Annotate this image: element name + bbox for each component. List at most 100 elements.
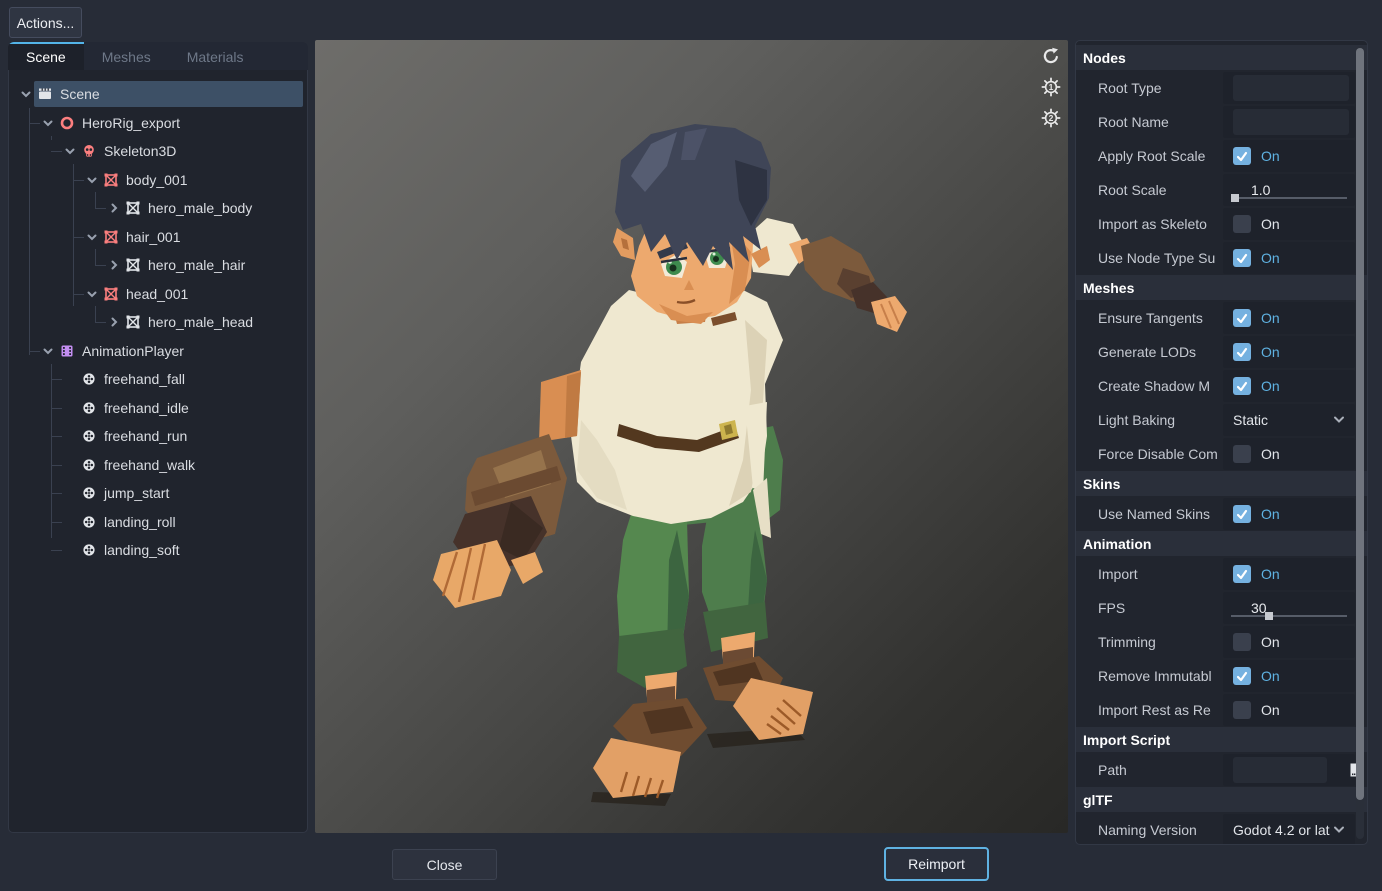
tree-item-freehand-fall[interactable]: freehand_fall — [9, 365, 307, 394]
chevron-down-icon[interactable] — [39, 343, 56, 359]
property-label: FPS — [1076, 591, 1223, 625]
use-named-skins-checkbox[interactable] — [1233, 505, 1251, 523]
tree-item-freehand-walk[interactable]: freehand_walk — [9, 451, 307, 480]
create-shadow-checkbox[interactable] — [1233, 377, 1251, 395]
import-rest-checkbox[interactable] — [1233, 701, 1251, 719]
section-header-gltf: glTF — [1076, 787, 1367, 812]
reimport-button[interactable]: Reimport — [884, 847, 989, 881]
root-scale-value: 1.0 — [1251, 182, 1270, 198]
animation-import-checkbox[interactable] — [1233, 565, 1251, 583]
property-label: Naming Version — [1076, 813, 1223, 845]
fps-value: 30 — [1251, 600, 1267, 616]
dropdown-value: Static — [1233, 412, 1331, 428]
node3d-icon — [59, 115, 75, 131]
character-model — [315, 40, 1068, 833]
root-name-input[interactable] — [1233, 109, 1349, 135]
tree-item-hero-male-hair[interactable]: hero_male_hair — [9, 251, 307, 280]
use-node-type-checkbox[interactable] — [1233, 249, 1251, 267]
tree-item-jump-start[interactable]: jump_start — [9, 479, 307, 508]
ensure-tangents-checkbox[interactable] — [1233, 309, 1251, 327]
tree-item-label: Scene — [60, 86, 100, 102]
generate-lods-checkbox[interactable] — [1233, 343, 1251, 361]
inspector-scrollbar[interactable] — [1356, 46, 1364, 839]
tree-item-herorig-export[interactable]: HeroRig_export — [9, 109, 307, 138]
root-type-input[interactable] — [1233, 75, 1349, 101]
apply-root-scale-checkbox[interactable] — [1233, 147, 1251, 165]
chevron-down-icon[interactable] — [83, 172, 100, 188]
animation-icon — [81, 400, 97, 416]
light-baking-dropdown[interactable]: Static — [1233, 411, 1355, 430]
chevron-spacer — [61, 514, 78, 530]
property-label: Trimming — [1076, 625, 1223, 659]
tree-item-label: hair_001 — [126, 229, 181, 245]
chevron-right-icon[interactable] — [105, 257, 122, 273]
checkbox-value-label: On — [1261, 378, 1280, 394]
animation-icon — [81, 428, 97, 444]
root-scale-slider-handle[interactable] — [1231, 194, 1239, 202]
tree-item-hero-male-body[interactable]: hero_male_body — [9, 194, 307, 223]
chevron-down-icon[interactable] — [39, 115, 56, 131]
viewport-toolbar: 1 2 — [1040, 45, 1062, 129]
checkbox-value-label: On — [1261, 702, 1280, 718]
preview-light-1-icon[interactable]: 1 — [1040, 76, 1062, 98]
tree-item-landing-soft[interactable]: landing_soft — [9, 536, 307, 565]
animation-icon — [81, 485, 97, 501]
property-import-rest-as-reset: Import Rest as Re On — [1076, 693, 1367, 727]
mesh-icon — [125, 314, 141, 330]
chevron-right-icon[interactable] — [105, 314, 122, 330]
tree-item-scene[interactable]: Scene — [9, 80, 307, 109]
property-apply-root-scale: Apply Root Scale On — [1076, 139, 1367, 173]
tree-item-animationplayer[interactable]: AnimationPlayer — [9, 337, 307, 366]
tree-item-freehand-run[interactable]: freehand_run — [9, 422, 307, 451]
property-label: Root Type — [1076, 71, 1223, 105]
property-label: Apply Root Scale — [1076, 139, 1223, 173]
mesh-icon — [103, 229, 119, 245]
tab-scene[interactable]: Scene — [8, 42, 84, 70]
section-header-nodes: Nodes — [1076, 45, 1367, 70]
root-scale-slider[interactable] — [1231, 197, 1347, 199]
close-button[interactable]: Close — [392, 849, 497, 880]
animation-icon — [81, 371, 97, 387]
path-input[interactable] — [1233, 757, 1327, 783]
property-ensure-tangents: Ensure Tangents On — [1076, 301, 1367, 335]
preview-light-2-icon[interactable]: 2 — [1040, 107, 1062, 129]
tree-item-hair-001[interactable]: hair_001 — [9, 223, 307, 252]
tree-item-freehand-idle[interactable]: freehand_idle — [9, 394, 307, 423]
property-trimming: Trimming On — [1076, 625, 1367, 659]
tab-meshes[interactable]: Meshes — [84, 42, 169, 70]
inspector-scrollbar-thumb[interactable] — [1356, 48, 1364, 800]
tab-materials[interactable]: Materials — [169, 42, 262, 70]
scene-icon — [37, 86, 53, 102]
property-label: Root Scale — [1076, 173, 1223, 207]
model-preview-viewport[interactable]: 1 2 — [315, 40, 1068, 833]
fps-slider-handle[interactable] — [1265, 612, 1273, 620]
remove-immutable-checkbox[interactable] — [1233, 667, 1251, 685]
property-label: Use Node Type Su — [1076, 241, 1223, 275]
naming-version-dropdown[interactable]: Godot 4.2 or lat — [1233, 821, 1355, 840]
force-disable-checkbox[interactable] — [1233, 445, 1251, 463]
chevron-right-icon[interactable] — [105, 200, 122, 216]
tree-item-label: landing_roll — [104, 514, 176, 530]
tree-item-landing-roll[interactable]: landing_roll — [9, 508, 307, 537]
chevron-down-icon[interactable] — [83, 286, 100, 302]
orbit-reset-icon[interactable] — [1040, 45, 1062, 67]
property-create-shadow-meshes: Create Shadow M On — [1076, 369, 1367, 403]
tree-item-skeleton3d[interactable]: Skeleton3D — [9, 137, 307, 166]
tree-item-label: hero_male_head — [148, 314, 253, 330]
tree-item-head-001[interactable]: head_001 — [9, 280, 307, 309]
chevron-down-icon[interactable] — [17, 86, 34, 102]
tree-item-hero-male-head[interactable]: hero_male_head — [9, 308, 307, 337]
chevron-down-icon[interactable] — [61, 143, 78, 159]
property-label: Create Shadow M — [1076, 369, 1223, 403]
tree-item-body-001[interactable]: body_001 — [9, 166, 307, 195]
import-as-skeleton-checkbox[interactable] — [1233, 215, 1251, 233]
checkbox-value-label: On — [1261, 216, 1280, 232]
fps-slider[interactable] — [1231, 615, 1347, 617]
property-label: Generate LODs — [1076, 335, 1223, 369]
chevron-down-icon[interactable] — [83, 229, 100, 245]
trimming-checkbox[interactable] — [1233, 633, 1251, 651]
scene-tree-panel: Scene HeroRig_export Skeleton3D body_001… — [8, 70, 308, 833]
tree-item-label: freehand_walk — [104, 457, 195, 473]
property-use-node-type-suffixes: Use Node Type Su On — [1076, 241, 1367, 275]
actions-button[interactable]: Actions... — [9, 7, 82, 38]
